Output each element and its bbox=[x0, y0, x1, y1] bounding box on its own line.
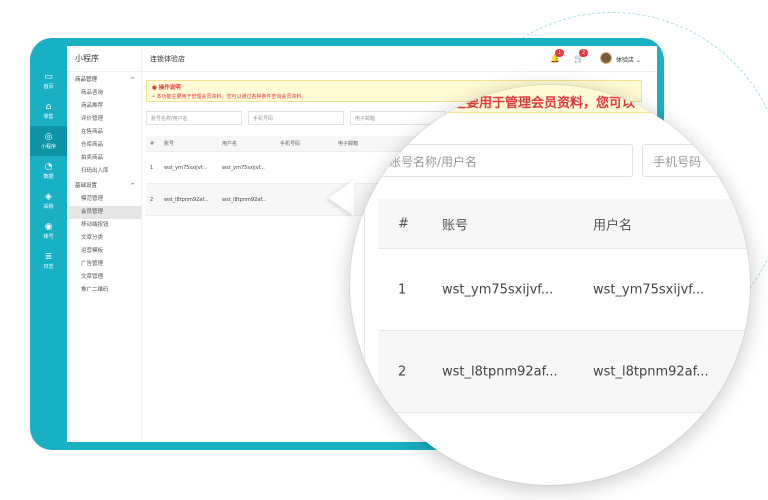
menu-item[interactable]: 文章分类 bbox=[67, 232, 141, 245]
menu-group-goods[interactable]: 商品管理 ^ bbox=[67, 74, 141, 87]
home-icon: ▭ bbox=[44, 72, 53, 82]
top-bar: 连锁体验店 🔔 1 🛒 2 体验店 ⌄ bbox=[142, 46, 657, 72]
magnifier-lens: 能主要用于管理会员资料，您可以 账号名称/用户名 手机号码 # 账号 用户名 1… bbox=[350, 85, 750, 485]
lens-notice: 能主要用于管理会员资料，您可以 bbox=[350, 85, 750, 113]
table-row[interactable]: 2 wst_l8tpnm92af... wst_l8tpnm92af... bbox=[378, 331, 750, 413]
chevron-up-icon: ^ bbox=[130, 77, 135, 83]
magnifier-pointer bbox=[328, 180, 354, 216]
chart-icon: ◔ bbox=[44, 162, 53, 172]
rail-item-purchase[interactable]: ◈ 采购 bbox=[30, 186, 67, 216]
rail-item-mini-program[interactable]: ◎ 小程序 bbox=[30, 126, 67, 156]
cart-icon[interactable]: 🛒 2 bbox=[574, 49, 589, 63]
menu-group-settings[interactable]: 基础设置 ^ bbox=[67, 180, 141, 193]
lens-table: # 账号 用户名 1 wst_ym75sxijvf... wst_ym75sxi… bbox=[378, 199, 750, 413]
menu-item[interactable]: 扫码出入库 bbox=[67, 165, 141, 178]
menu-item[interactable]: 在售商品 bbox=[67, 126, 141, 139]
rail-item-data[interactable]: ◔ 数据 bbox=[30, 156, 67, 186]
username[interactable]: 体验店 ⌄ bbox=[616, 55, 641, 64]
shop-icon: ⌂ bbox=[45, 102, 52, 112]
menu-item[interactable]: 仓库商品 bbox=[67, 139, 141, 152]
shop-name: 连锁体验店 bbox=[150, 55, 185, 63]
cart-badge: 2 bbox=[579, 49, 589, 57]
menu-item[interactable]: 拍卖商品 bbox=[67, 152, 141, 165]
chevron-down-icon: ⌄ bbox=[635, 57, 641, 64]
menu-item[interactable]: 广告管理 bbox=[67, 258, 141, 271]
account-icon: ◉ bbox=[44, 222, 53, 232]
lens-phone-input[interactable]: 手机号码 bbox=[642, 144, 750, 177]
lens-account-input[interactable]: 账号名称/用户名 bbox=[378, 144, 633, 177]
side-menu: 小程序 商品管理 ^ 商品咨询 商品推荐 评价管理 在售商品 仓库商品 拍卖商品 … bbox=[67, 46, 142, 442]
rail-item-home[interactable]: ▭ 首页 bbox=[30, 66, 67, 96]
info-icon: ● bbox=[152, 85, 157, 91]
menu-item[interactable]: 运营模板 bbox=[67, 245, 141, 258]
purchase-icon: ◈ bbox=[45, 192, 52, 202]
menu-title: 小程序 bbox=[67, 46, 141, 72]
menu-item-member-management[interactable]: 会员管理 bbox=[67, 206, 141, 219]
menu-item[interactable]: 商品咨询 bbox=[67, 87, 141, 100]
account-filter-input[interactable]: 账号名称/用户名 bbox=[146, 111, 242, 125]
rail-item-retail[interactable]: ⌂ 零售 bbox=[30, 96, 67, 126]
log-icon: ≣ bbox=[44, 252, 53, 262]
bell-badge: 1 bbox=[555, 49, 565, 57]
menu-item[interactable]: 文章管理 bbox=[67, 271, 141, 284]
mini-program-icon: ◎ bbox=[44, 132, 53, 142]
icon-rail: ▭ 首页 ⌂ 零售 ◎ 小程序 ◔ 数据 ◈ 采购 ◉ 账号 ≣ 日志 bbox=[30, 66, 67, 276]
menu-item[interactable]: 推广二维码 bbox=[67, 284, 141, 297]
menu-item[interactable]: 评价管理 bbox=[67, 113, 141, 126]
rail-item-account[interactable]: ◉ 账号 bbox=[30, 216, 67, 246]
menu-item[interactable]: 模范管理 bbox=[67, 193, 141, 206]
table-row[interactable]: 1 wst_ym75sxijvf... wst_ym75sxijvf... bbox=[378, 249, 750, 331]
menu-item[interactable]: 移动端按钮 bbox=[67, 219, 141, 232]
rail-item-log[interactable]: ≣ 日志 bbox=[30, 246, 67, 276]
bell-icon[interactable]: 🔔 1 bbox=[550, 49, 565, 63]
menu-item[interactable]: 商品推荐 bbox=[67, 100, 141, 113]
chevron-up-icon: ^ bbox=[130, 183, 135, 189]
avatar[interactable] bbox=[600, 52, 612, 64]
phone-filter-input[interactable]: 手机号码 bbox=[248, 111, 344, 125]
lens-table-header: # 账号 用户名 bbox=[378, 199, 750, 249]
